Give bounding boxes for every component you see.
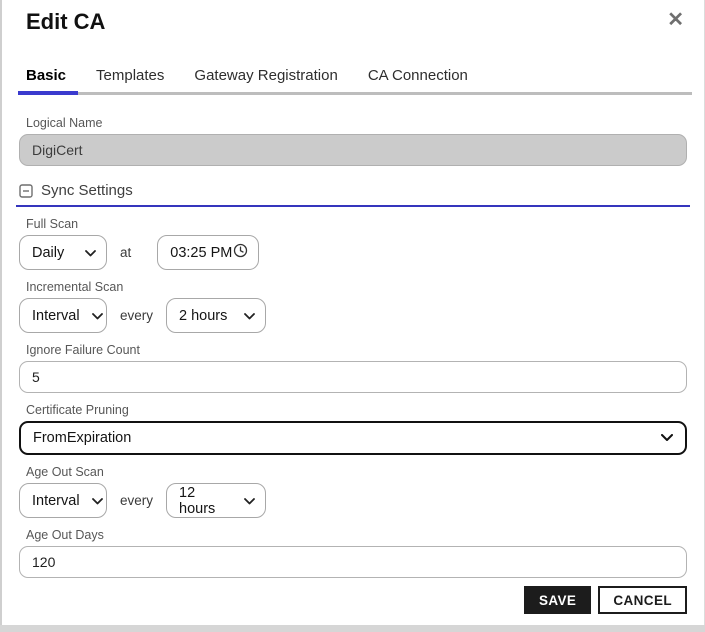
chevron-down-icon bbox=[244, 313, 255, 320]
chevron-down-icon bbox=[661, 430, 673, 446]
age-out-days-field[interactable] bbox=[19, 546, 687, 578]
logical-name-label: Logical Name bbox=[26, 116, 103, 130]
tab-templates[interactable]: Templates bbox=[88, 65, 176, 92]
tab-gateway-registration[interactable]: Gateway Registration bbox=[186, 65, 349, 92]
certificate-pruning-label: Certificate Pruning bbox=[26, 403, 129, 417]
sync-settings-toggle[interactable]: Sync Settings bbox=[19, 182, 687, 199]
age-out-days-label: Age Out Days bbox=[26, 528, 104, 542]
chevron-down-icon bbox=[91, 498, 103, 505]
clock-icon[interactable] bbox=[233, 243, 248, 262]
age-out-scan-interval-value: 12 hours bbox=[179, 484, 216, 517]
incremental-scan-interval-select[interactable]: 2 hours bbox=[166, 298, 267, 333]
ignore-failure-count-field[interactable] bbox=[19, 361, 687, 393]
full-scan-mode-select[interactable]: Daily bbox=[19, 235, 107, 270]
tab-basic[interactable]: Basic bbox=[18, 65, 79, 95]
full-scan-time-input[interactable]: 03:25 PM bbox=[157, 235, 260, 270]
age-out-scan-mode-value: Interval bbox=[32, 492, 80, 509]
age-out-scan-row: Interval every 12 hours bbox=[19, 483, 687, 518]
incremental-scan-row: Interval every 2 hours bbox=[19, 298, 687, 333]
full-scan-row: Daily at 03:25 PM bbox=[19, 235, 687, 270]
incremental-scan-mode-value: Interval bbox=[32, 307, 80, 324]
ignore-failure-count-label: Ignore Failure Count bbox=[26, 343, 140, 357]
age-out-scan-label: Age Out Scan bbox=[26, 465, 104, 479]
cancel-button[interactable]: CANCEL bbox=[598, 586, 687, 614]
full-scan-mode-value: Daily bbox=[32, 244, 65, 261]
dialog-footer: SAVE CANCEL bbox=[523, 586, 687, 614]
age-out-scan-connector: every bbox=[120, 493, 154, 508]
dialog-header: Edit CA ✕ bbox=[2, 0, 704, 35]
full-scan-connector: at bbox=[120, 245, 132, 260]
chevron-down-icon bbox=[91, 313, 103, 320]
incremental-scan-interval-value: 2 hours bbox=[179, 307, 228, 324]
edit-ca-dialog: Edit CA ✕ Basic Templates Gateway Regist… bbox=[0, 0, 705, 625]
tab-bar: Basic Templates Gateway Registration CA … bbox=[18, 65, 692, 95]
tab-ca-connection[interactable]: CA Connection bbox=[360, 65, 480, 92]
full-scan-label: Full Scan bbox=[26, 217, 79, 231]
dialog-body: Logical Name Sync Settings Full Scan Dai… bbox=[2, 116, 704, 578]
dialog-title: Edit CA bbox=[26, 9, 106, 34]
close-button[interactable]: ✕ bbox=[663, 6, 688, 34]
chevron-down-icon bbox=[85, 250, 96, 257]
chevron-down-icon bbox=[244, 498, 255, 505]
close-icon: ✕ bbox=[667, 9, 684, 31]
incremental-scan-label: Incremental Scan bbox=[26, 280, 124, 294]
certificate-pruning-value: FromExpiration bbox=[33, 430, 132, 446]
full-scan-time-value: 03:25 PM bbox=[170, 244, 233, 261]
minus-square-icon bbox=[19, 183, 33, 198]
sync-settings-label: Sync Settings bbox=[41, 182, 133, 199]
sync-settings-divider bbox=[16, 205, 690, 207]
logical-name-field bbox=[19, 134, 687, 166]
incremental-scan-connector: every bbox=[120, 308, 154, 323]
age-out-scan-interval-select[interactable]: 12 hours bbox=[166, 483, 267, 518]
age-out-scan-mode-select[interactable]: Interval bbox=[19, 483, 107, 518]
incremental-scan-mode-select[interactable]: Interval bbox=[19, 298, 107, 333]
certificate-pruning-select[interactable]: FromExpiration bbox=[19, 421, 687, 455]
save-button[interactable]: SAVE bbox=[523, 586, 592, 614]
